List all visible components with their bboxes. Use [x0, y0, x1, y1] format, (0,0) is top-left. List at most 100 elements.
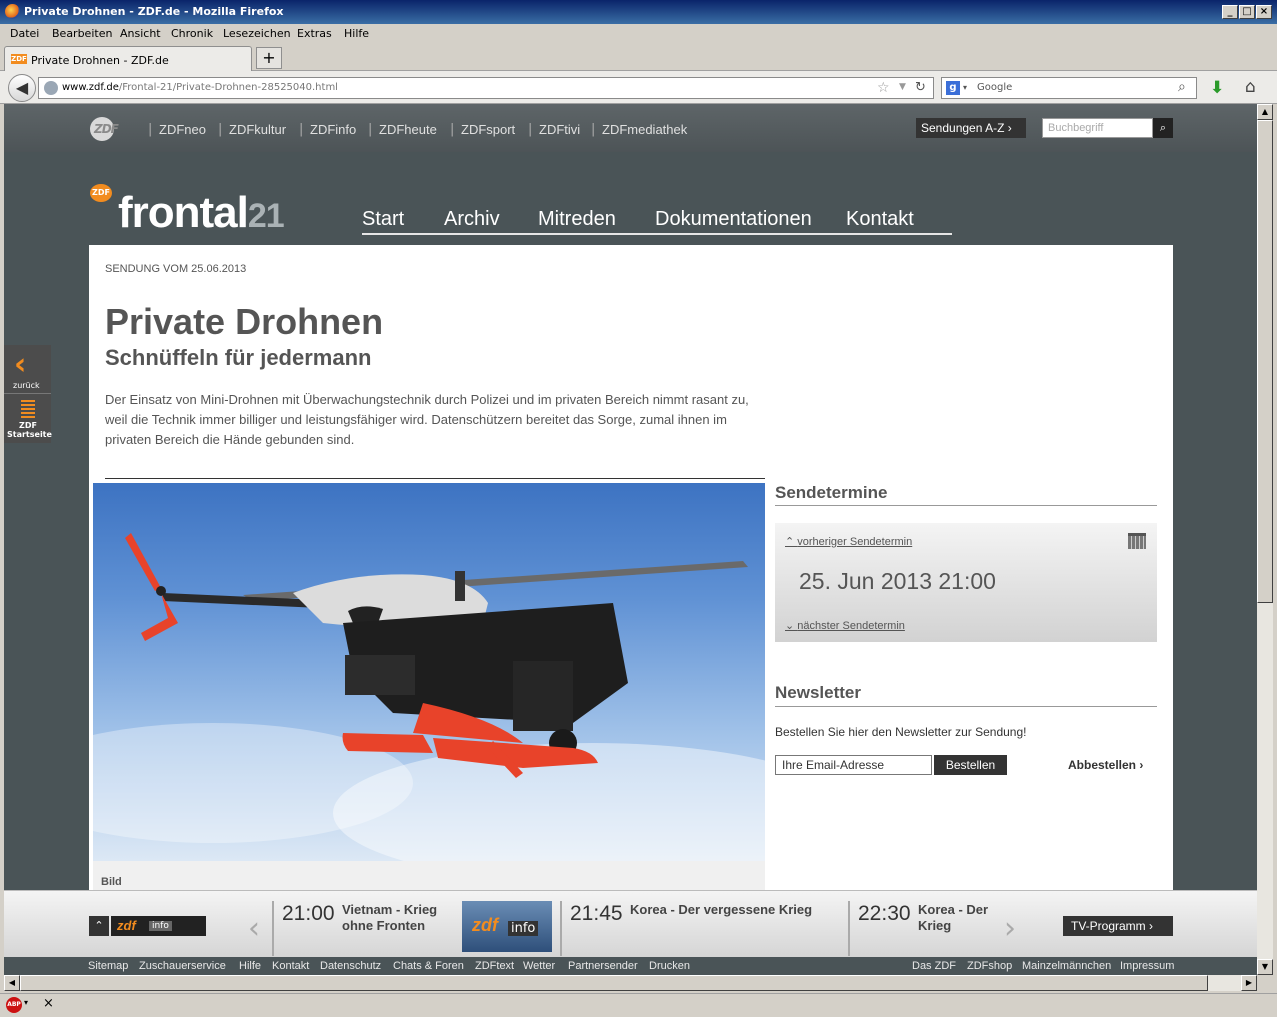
menu-bearbeiten[interactable]: Bearbeiten [52, 27, 112, 40]
tv-program-button[interactable]: TV-Programm › [1063, 916, 1173, 936]
sendungen-az-button[interactable]: Sendungen A-Z › [916, 118, 1026, 138]
google-icon[interactable]: g [946, 81, 960, 95]
channel-link-zdfneo[interactable]: ZDFneo [159, 122, 206, 137]
new-tab-button[interactable]: + [256, 47, 282, 69]
footer-link[interactable]: Mainzelmännchen [1022, 960, 1111, 972]
channel-link-zdfheute[interactable]: ZDFheute [379, 122, 437, 137]
back-label[interactable]: zurück [13, 381, 40, 390]
footer-link[interactable]: Chats & Foren [393, 960, 464, 972]
previous-broadcast-link[interactable]: ⌃ vorheriger Sendetermin [785, 535, 912, 548]
channel-link-zdfkultur[interactable]: ZDFkultur [229, 122, 286, 137]
menu-datei[interactable]: Datei [10, 27, 39, 40]
footer-link[interactable]: Impressum [1120, 960, 1174, 972]
zdfinfo-thumbnail[interactable]: zdf info [462, 901, 552, 952]
calendar-icon[interactable] [1128, 533, 1146, 549]
chevron-right-icon[interactable]: › [1004, 911, 1016, 946]
menu-lesezeichen[interactable]: Lesezeichen [223, 27, 291, 40]
nav-mitreden[interactable]: Mitreden [538, 208, 616, 231]
search-bar[interactable]: g ▾ Google ⌕ [941, 77, 1197, 99]
download-icon[interactable]: ⬇ [1210, 78, 1224, 98]
chevron-up-icon[interactable]: ⌃ [89, 916, 109, 936]
tv-item-time[interactable]: 21:00 [282, 902, 335, 926]
chevron-left-icon[interactable]: ‹ [248, 911, 260, 946]
footer-link[interactable]: Hilfe [239, 960, 261, 972]
url-bar[interactable]: www.zdf.de/Frontal-21/Private-Drohnen-28… [38, 77, 934, 99]
footer-link[interactable]: Wetter [523, 960, 555, 972]
chevron-down-icon[interactable]: ▼ [899, 82, 906, 92]
zdf-logo[interactable]: ZDF [90, 117, 132, 141]
divider [775, 505, 1157, 506]
search-icon[interactable]: ⌕ [1178, 79, 1186, 95]
email-field[interactable]: Ihre Email-Adresse [775, 755, 932, 775]
maximize-button[interactable]: □ [1239, 5, 1255, 19]
scroll-left-icon[interactable]: ◀ [4, 975, 20, 991]
nav-dokumentationen[interactable]: Dokumentationen [655, 208, 812, 231]
zdf-home-icon[interactable] [21, 400, 35, 418]
back-arrow-icon[interactable]: ‹ [14, 350, 26, 380]
menu-hilfe[interactable]: Hilfe [344, 27, 369, 40]
scroll-thumb[interactable] [20, 975, 1208, 991]
menu-ansicht[interactable]: Ansicht [120, 27, 161, 40]
footer-link[interactable]: ZDFshop [967, 960, 1012, 972]
divider [105, 478, 765, 479]
browser-tab[interactable]: ZDF Private Drohnen - ZDF.de [4, 46, 252, 72]
footer-link[interactable]: Partnersender [568, 960, 638, 972]
scroll-thumb[interactable] [1257, 120, 1273, 603]
channel-link-zdfmediathek[interactable]: ZDFmediathek [602, 122, 687, 137]
footer-link[interactable]: ZDFtext [475, 960, 514, 972]
menu-chronik[interactable]: Chronik [171, 27, 213, 40]
footer-link[interactable]: Datenschutz [320, 960, 381, 972]
search-placeholder: Google [977, 82, 1013, 93]
zdfinfo-channel-selector[interactable]: zdf info [111, 916, 206, 936]
channel-link-zdfsport[interactable]: ZDFsport [461, 122, 515, 137]
adblock-icon[interactable]: ABP [6, 997, 22, 1013]
footer-link[interactable]: Kontakt [272, 960, 309, 972]
footer-link[interactable]: Das ZDF [912, 960, 956, 972]
url-text: www.zdf.de/Frontal-21/Private-Drohnen-28… [62, 82, 338, 93]
horizontal-scrollbar[interactable]: ◀ ▶ [4, 975, 1257, 991]
menubar: Datei Bearbeiten Ansicht Chronik Lesezei… [0, 24, 1277, 43]
image-caption[interactable]: Bild [101, 876, 122, 888]
home-icon[interactable]: ⌂ [1245, 77, 1256, 97]
scroll-down-icon[interactable]: ▼ [1257, 959, 1273, 975]
channel-link-zdfinfo[interactable]: ZDFinfo [310, 122, 356, 137]
chevron-down-icon[interactable]: ▾ [24, 998, 28, 1007]
broadcast-datetime: 25. Jun 2013 21:00 [799, 568, 996, 594]
next-broadcast-link[interactable]: ⌄ nächster Sendetermin [785, 619, 905, 632]
zdf-home-label[interactable]: ZDF Startseite [7, 421, 52, 439]
menu-extras[interactable]: Extras [297, 27, 332, 40]
search-icon[interactable]: ⌕ [1153, 118, 1173, 138]
subscribe-button[interactable]: Bestellen [934, 755, 1007, 775]
site-header: ZDF frontal21 Start Archiv Mitreden Doku… [4, 152, 1257, 245]
bookmark-star-icon[interactable]: ☆ [877, 80, 890, 96]
tv-item-title[interactable]: Korea - Der vergessene Krieg [630, 902, 840, 918]
window-titlebar: Private Drohnen - ZDF.de - Mozilla Firef… [0, 0, 1277, 24]
footer-link[interactable]: Drucken [649, 960, 690, 972]
image-caption-bar: Bild [93, 861, 765, 891]
nav-archiv[interactable]: Archiv [444, 208, 500, 231]
back-button[interactable]: ◀ [8, 74, 36, 102]
vertical-scrollbar[interactable]: ▲ ▼ [1257, 104, 1273, 975]
close-icon[interactable]: × [43, 996, 54, 1011]
article-teaser: Der Einsatz von Mini-Drohnen mit Überwac… [105, 392, 749, 447]
scroll-right-icon[interactable]: ▶ [1241, 975, 1257, 991]
tv-program-bar: ⌃ zdf info ‹ 21:00 Vietnam - Krieg ohne … [4, 890, 1257, 957]
tv-item-title[interactable]: Korea - Der Krieg [918, 902, 1004, 934]
close-button[interactable]: × [1256, 5, 1272, 19]
tab-label: Private Drohnen - ZDF.de [31, 54, 169, 67]
channel-link-zdftivi[interactable]: ZDFtivi [539, 122, 580, 137]
footer-link[interactable]: Zuschauerservice [139, 960, 226, 972]
minimize-button[interactable]: _ [1222, 5, 1238, 19]
chevron-down-icon[interactable]: ▾ [963, 83, 967, 92]
scroll-up-icon[interactable]: ▲ [1257, 104, 1273, 120]
footer-link[interactable]: Sitemap [88, 960, 128, 972]
nav-start[interactable]: Start [362, 208, 404, 231]
nav-kontakt[interactable]: Kontakt [846, 208, 914, 231]
tv-item-title[interactable]: Vietnam - Krieg ohne Fronten [342, 902, 462, 934]
unsubscribe-link[interactable]: Abbestellen › [1068, 758, 1143, 772]
tv-item-time[interactable]: 21:45 [570, 902, 623, 926]
drone-photo[interactable] [93, 483, 765, 861]
reload-icon[interactable]: ↻ [915, 80, 926, 95]
zdf-search-input[interactable]: Buchbegriff [1042, 118, 1153, 138]
tv-item-time[interactable]: 22:30 [858, 902, 911, 926]
